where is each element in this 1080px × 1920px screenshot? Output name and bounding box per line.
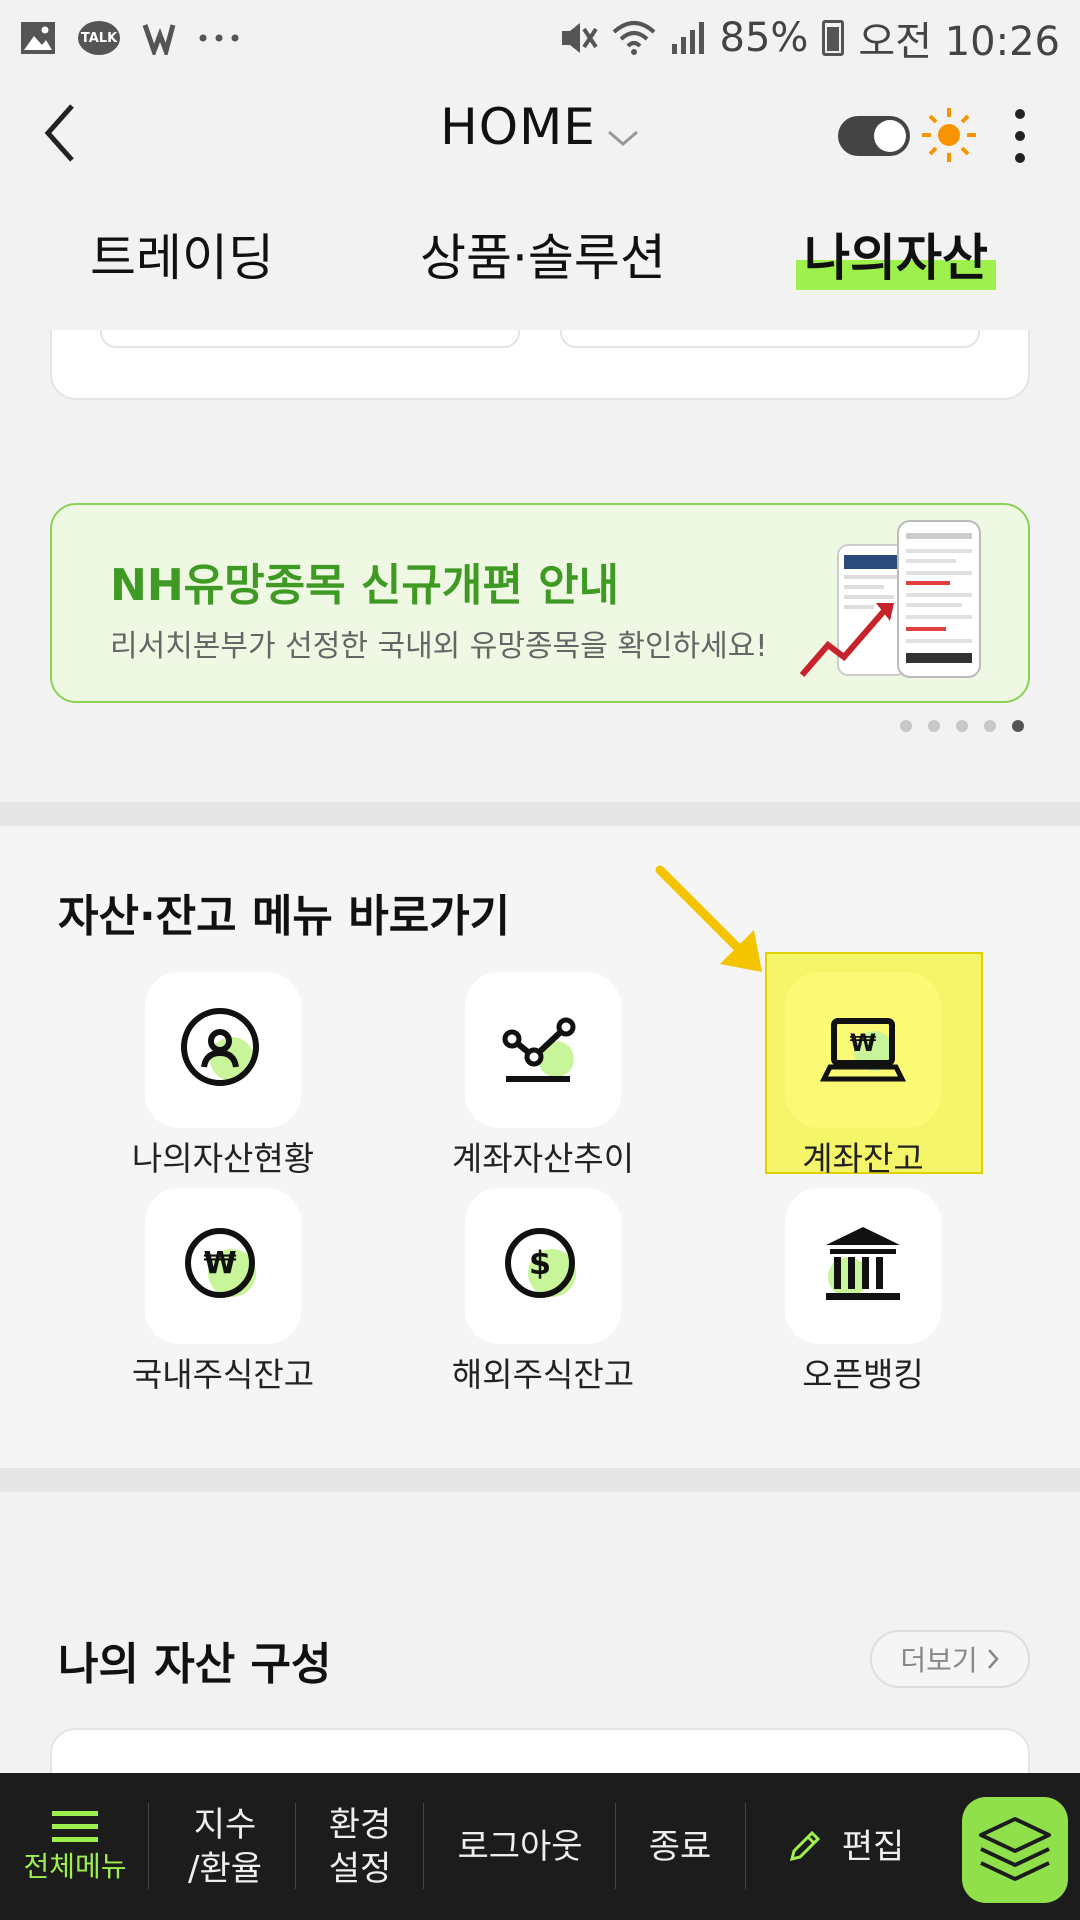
shortcut-label: 나의자산현황 bbox=[131, 1139, 315, 1178]
nav-separator bbox=[745, 1803, 746, 1889]
phones-chart-illustration bbox=[798, 515, 998, 695]
mute-icon bbox=[558, 19, 598, 57]
more-options-icon[interactable] bbox=[1005, 106, 1035, 166]
svg-text:₩: ₩ bbox=[203, 1246, 236, 1281]
clock: 오전 10:26 bbox=[858, 19, 1060, 65]
battery-percent: 85% bbox=[719, 15, 809, 61]
nav-separator bbox=[148, 1803, 149, 1889]
nav-settings[interactable]: 환경 설정 bbox=[300, 1773, 420, 1920]
gallery-icon bbox=[20, 21, 56, 55]
nav-index-line2: /환율 bbox=[187, 1848, 262, 1889]
shortcut-open-banking[interactable] bbox=[785, 1188, 941, 1344]
won-coin-icon: ₩ bbox=[185, 1228, 256, 1298]
nav-menu-label: 전체메뉴 bbox=[23, 1849, 127, 1883]
bottom-nav: 전체메뉴 지수 /환율 환경 설정 로그아웃 종료 편집 bbox=[0, 1773, 1080, 1920]
vpn-icon bbox=[142, 21, 176, 55]
nav-exit-label: 종료 bbox=[648, 1826, 712, 1867]
shortcut-account-balance[interactable]: ₩ bbox=[785, 972, 941, 1128]
person-circle-icon bbox=[181, 1008, 259, 1086]
nav-separator bbox=[615, 1803, 616, 1889]
banner-title: NH유망종목 신규개편 안내 bbox=[110, 560, 620, 611]
tab-trading[interactable]: 트레이딩 bbox=[90, 218, 274, 290]
nav-exit[interactable]: 종료 bbox=[620, 1773, 740, 1920]
layers-button[interactable] bbox=[962, 1797, 1068, 1903]
shortcut-label: 계좌잔고 bbox=[802, 1139, 924, 1178]
card-inner-left bbox=[100, 330, 520, 348]
chevron-right-icon bbox=[987, 1649, 999, 1669]
pencil-icon bbox=[789, 1830, 820, 1861]
bank-icon bbox=[826, 1227, 900, 1300]
annotation-arrow-icon bbox=[650, 860, 780, 990]
shortcut-label: 국내주식잔고 bbox=[131, 1355, 315, 1394]
shortcut-label: 해외주식잔고 bbox=[451, 1355, 635, 1394]
nav-logout[interactable]: 로그아웃 bbox=[430, 1773, 610, 1920]
battery-icon bbox=[822, 20, 845, 56]
sun-icon[interactable] bbox=[920, 106, 978, 164]
more-button[interactable]: 더보기 bbox=[870, 1630, 1030, 1688]
previous-card bbox=[50, 330, 1030, 400]
nav-index-exchange[interactable]: 지수 /환율 bbox=[160, 1773, 290, 1920]
hamburger-menu-icon bbox=[52, 1810, 98, 1842]
signal-icon bbox=[670, 20, 706, 56]
kakaotalk-icon: TALK bbox=[78, 21, 120, 55]
page-title: HOME bbox=[440, 98, 596, 156]
layers-icon bbox=[979, 1817, 1051, 1881]
nav-separator bbox=[295, 1803, 296, 1889]
tab-my-assets[interactable]: 나의자산 bbox=[796, 218, 996, 290]
home-dropdown[interactable]: HOME bbox=[0, 98, 1080, 160]
nav-index-line1: 지수 bbox=[193, 1804, 257, 1845]
nav-settings-line2: 설정 bbox=[328, 1848, 392, 1889]
tab-products[interactable]: 상품·솔루션 bbox=[420, 218, 666, 290]
shortcut-section-title: 자산·잔고 메뉴 바로가기 bbox=[58, 891, 511, 942]
chevron-down-icon bbox=[606, 102, 640, 160]
more-label: 더보기 bbox=[900, 1644, 978, 1677]
svg-text:₩: ₩ bbox=[850, 1029, 877, 1057]
theme-toggle[interactable] bbox=[838, 116, 910, 156]
nav-edit[interactable]: 편집 bbox=[760, 1773, 930, 1920]
svg-text:$: $ bbox=[529, 1244, 551, 1282]
nav-edit-label: 편집 bbox=[841, 1826, 905, 1867]
nav-logout-label: 로그아웃 bbox=[457, 1826, 583, 1867]
more-notifications-icon bbox=[198, 33, 240, 43]
section-divider bbox=[0, 802, 1080, 826]
nav-separator bbox=[423, 1803, 424, 1889]
pagination-dot[interactable] bbox=[900, 720, 912, 732]
promo-banner[interactable]: NH유망종목 신규개편 안내 리서치본부가 선정한 국내외 유망종목을 확인하세… bbox=[50, 503, 1030, 703]
nav-full-menu[interactable]: 전체메뉴 bbox=[10, 1773, 140, 1920]
assets-section-title: 나의 자산 구성 bbox=[58, 1639, 332, 1690]
shortcut-my-assets[interactable] bbox=[145, 972, 301, 1128]
pagination-dot[interactable] bbox=[956, 720, 968, 732]
main-tabs: 트레이딩 상품·솔루션 나의자산 bbox=[0, 210, 1080, 290]
banner-pagination bbox=[900, 720, 1024, 732]
dollar-coin-icon: $ bbox=[505, 1228, 576, 1298]
shortcut-domestic-stocks[interactable]: ₩ bbox=[145, 1188, 301, 1344]
nav-settings-line1: 환경 bbox=[328, 1804, 392, 1845]
pagination-dot[interactable] bbox=[984, 720, 996, 732]
toggle-knob bbox=[874, 120, 906, 152]
pagination-dot-active[interactable] bbox=[1012, 720, 1024, 732]
laptop-won-icon: ₩ bbox=[819, 1018, 907, 1082]
banner-subtitle: 리서치본부가 선정한 국내외 유망종목을 확인하세요! bbox=[110, 629, 768, 664]
shortcut-account-trend[interactable] bbox=[465, 972, 621, 1128]
shortcut-overseas-stocks[interactable]: $ bbox=[465, 1188, 621, 1344]
status-bar: TALK 85% 오전 10:26 bbox=[0, 0, 1080, 76]
shortcut-label: 오픈뱅킹 bbox=[802, 1355, 924, 1394]
section-divider bbox=[0, 1468, 1080, 1492]
app-header: HOME bbox=[0, 76, 1080, 186]
trend-line-icon bbox=[502, 1017, 576, 1082]
card-inner-right bbox=[560, 330, 980, 348]
shortcut-label: 계좌자산추이 bbox=[451, 1139, 635, 1178]
pagination-dot[interactable] bbox=[928, 720, 940, 732]
wifi-icon bbox=[612, 20, 656, 56]
